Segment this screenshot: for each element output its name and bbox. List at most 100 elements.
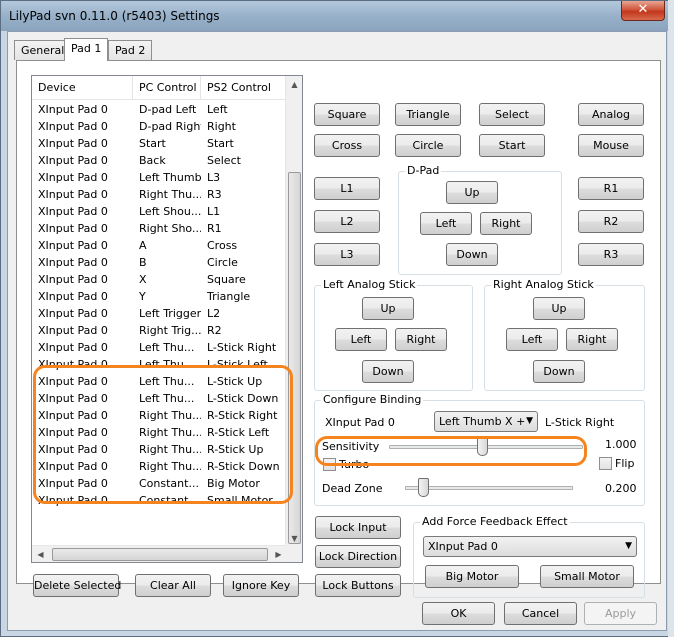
dpad-right-button[interactable]: Right (480, 212, 532, 235)
device-cell: XInput Pad 0 (38, 154, 108, 167)
table-row[interactable]: XInput Pad 0 Left Thu... L-Stick Left (32, 356, 287, 373)
table-row[interactable]: XInput Pad 0 Left Thu... L-Stick Down (32, 390, 287, 407)
circle-button[interactable]: Circle (395, 134, 461, 157)
ok-button[interactable]: OK (422, 602, 495, 625)
r2-button[interactable]: R2 (578, 210, 644, 233)
r1-button[interactable]: R1 (578, 177, 644, 200)
table-row[interactable]: XInput Pad 0 Left Thu... L-Stick Up (32, 373, 287, 390)
pc-control-cell: Right Thu... (139, 188, 201, 201)
left-stick-left-button[interactable]: Left (335, 328, 387, 351)
dead-zone-slider-track[interactable] (405, 486, 573, 490)
vertical-scroll-thumb[interactable] (288, 172, 301, 544)
column-pc-control[interactable]: PC Control (133, 76, 201, 100)
table-row[interactable]: XInput Pad 0 X Square (32, 271, 287, 288)
table-row[interactable]: XInput Pad 0 Left Trigger L2 (32, 305, 287, 322)
dead-zone-slider-thumb[interactable] (417, 478, 429, 497)
horizontal-scroll-thumb[interactable] (52, 548, 268, 561)
r3-button[interactable]: R3 (578, 243, 644, 266)
sensitivity-slider-thumb[interactable] (476, 437, 488, 456)
table-row[interactable]: XInput Pad 0 Left Thu... L-Stick Right (32, 339, 287, 356)
left-stick-up-button[interactable]: Up (362, 297, 414, 320)
left-stick-right-button[interactable]: Right (395, 328, 447, 351)
tab-pad-2[interactable]: Pad 2 (108, 40, 153, 60)
ps2-control-cell: Square (207, 273, 246, 286)
binding-list[interactable]: Device PC Control PS2 Control XInput Pad… (31, 75, 303, 563)
mouse-button[interactable]: Mouse (578, 134, 644, 157)
force-feedback-device-select[interactable]: XInput Pad 0 ▼ (423, 536, 637, 557)
table-row[interactable]: XInput Pad 0 Right Thu... R-Stick Right (32, 407, 287, 424)
delete-selected-button[interactable]: Delete Selected (33, 574, 121, 597)
turbo-checkbox[interactable] (323, 458, 336, 471)
flip-checkbox[interactable] (599, 457, 612, 470)
table-row[interactable]: XInput Pad 0 Y Triangle (32, 288, 287, 305)
table-row[interactable]: XInput Pad 0 Right Thu... R-Stick Left (32, 424, 287, 441)
table-row[interactable]: XInput Pad 0 Start Start (32, 135, 287, 152)
table-row[interactable]: XInput Pad 0 Left Shou... L1 (32, 203, 287, 220)
pc-control-cell: Left Thu... (139, 341, 195, 354)
dpad-label: D-Pad (405, 164, 442, 178)
dpad-down-button[interactable]: Down (446, 243, 498, 266)
list-header: Device PC Control PS2 Control (32, 76, 287, 100)
lock-buttons-button[interactable]: Lock Buttons (315, 574, 401, 597)
cancel-button[interactable]: Cancel (504, 602, 577, 625)
scroll-up-icon[interactable]: ▲ (286, 76, 302, 93)
table-row[interactable]: XInput Pad 0 Constant... Big Motor (32, 475, 287, 492)
l1-button[interactable]: L1 (314, 177, 380, 200)
lock-direction-button[interactable]: Lock Direction (315, 545, 401, 568)
table-row[interactable]: XInput Pad 0 Left Thumb L3 (32, 169, 287, 186)
ps2-control-cell: R2 (207, 324, 222, 337)
device-cell: XInput Pad 0 (38, 358, 108, 371)
dpad-up-button[interactable]: Up (446, 181, 498, 204)
l2-button[interactable]: L2 (314, 210, 380, 233)
ignore-key-button[interactable]: Ignore Key (223, 574, 299, 597)
table-row[interactable]: XInput Pad 0 A Cross (32, 237, 287, 254)
right-stick-up-button[interactable]: Up (533, 297, 585, 320)
right-stick-down-button[interactable]: Down (533, 360, 585, 383)
lock-input-button[interactable]: Lock Input (315, 516, 401, 539)
pc-control-cell: Right Thu... (139, 409, 201, 422)
device-cell: XInput Pad 0 (38, 171, 108, 184)
right-stick-right-button[interactable]: Right (566, 328, 618, 351)
table-row[interactable]: XInput Pad 0 Right Sho... R1 (32, 220, 287, 237)
square-button[interactable]: Square (314, 103, 380, 126)
l3-button[interactable]: L3 (314, 243, 380, 266)
clear-all-button[interactable]: Clear All (135, 574, 211, 597)
device-cell: XInput Pad 0 (38, 341, 108, 354)
table-row[interactable]: XInput Pad 0 D-pad Right Right (32, 118, 287, 135)
column-device[interactable]: Device (32, 76, 133, 100)
small-motor-button[interactable]: Small Motor (540, 565, 634, 588)
ps2-control-cell: Start (207, 137, 234, 150)
select-button[interactable]: Select (479, 103, 545, 126)
list-vertical-scrollbar[interactable]: ▲ ▼ (285, 76, 302, 547)
start-button[interactable]: Start (479, 134, 545, 157)
table-row[interactable]: XInput Pad 0 Constant... Small Motor (32, 492, 287, 509)
left-stick-down-button[interactable]: Down (362, 360, 414, 383)
table-row[interactable]: XInput Pad 0 Right Trig... R2 (32, 322, 287, 339)
right-stick-left-button[interactable]: Left (506, 328, 558, 351)
tab-pad-1[interactable]: Pad 1 (64, 38, 109, 61)
cross-button[interactable]: Cross (314, 134, 380, 157)
list-horizontal-scrollbar[interactable]: ◀ ▶ (32, 545, 287, 562)
table-row[interactable]: XInput Pad 0 Right Thu... R-Stick Down (32, 458, 287, 475)
big-motor-button[interactable]: Big Motor (425, 565, 519, 588)
triangle-button[interactable]: Triangle (395, 103, 461, 126)
analog-button[interactable]: Analog (578, 103, 644, 126)
apply-button[interactable]: Apply (584, 602, 657, 625)
close-button[interactable]: ✕ (621, 1, 665, 21)
table-row[interactable]: XInput Pad 0 Back Select (32, 152, 287, 169)
table-row[interactable]: XInput Pad 0 D-pad Left Left (32, 101, 287, 118)
column-ps2-control[interactable]: PS2 Control (201, 76, 287, 100)
tab-general[interactable]: General (14, 40, 72, 60)
binding-target: L-Stick Right (545, 416, 615, 429)
scroll-left-icon[interactable]: ◀ (32, 546, 49, 562)
table-row[interactable]: XInput Pad 0 Right Thu... R-Stick Up (32, 441, 287, 458)
binding-control-select[interactable]: Left Thumb X + ▼ (434, 411, 538, 432)
table-row[interactable]: XInput Pad 0 Right Thu... R3 (32, 186, 287, 203)
left-analog-label: Left Analog Stick (321, 278, 418, 292)
configure-binding-label: Configure Binding (321, 393, 424, 407)
binding-control-value: Left Thumb X + (439, 415, 526, 428)
title-bar[interactable]: LilyPad svn 0.11.0 (r5403) Settings ✕ (1, 1, 673, 31)
dpad-left-button[interactable]: Left (420, 212, 472, 235)
device-cell: XInput Pad 0 (38, 494, 108, 507)
table-row[interactable]: XInput Pad 0 B Circle (32, 254, 287, 271)
